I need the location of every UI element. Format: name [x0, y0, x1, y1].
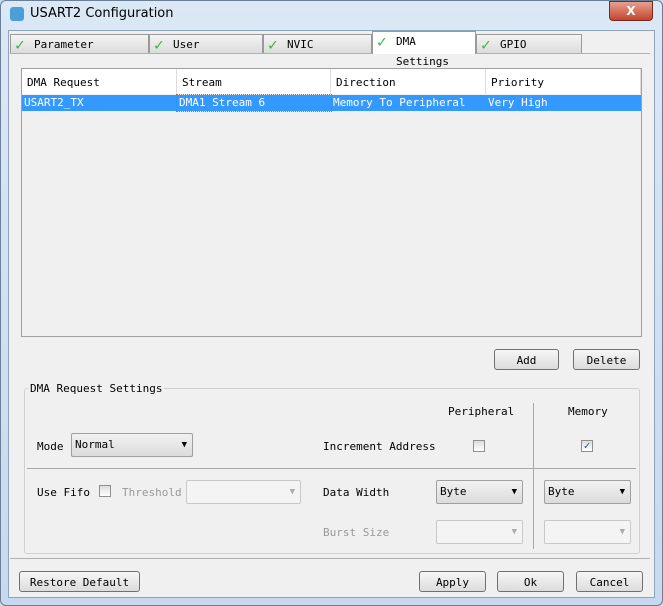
column-header-stream[interactable]: Stream [177, 69, 331, 94]
dropdown-arrow-icon: ▼ [511, 527, 517, 537]
table-row[interactable]: USART2_TX DMA1 Stream 6 Memory To Periph… [22, 94, 641, 112]
check-icon: ✓ [377, 32, 387, 51]
use-fifo-label: Use Fifo [37, 486, 90, 499]
column-header-priority[interactable]: Priority [486, 69, 641, 94]
cell-direction: Memory To Peripheral [333, 96, 466, 109]
dropdown-arrow-icon: ▼ [619, 487, 625, 497]
window-title: USART2 Configuration [30, 6, 174, 21]
dropdown-arrow-icon: ▼ [619, 527, 625, 537]
tab-dma-settings[interactable]: ✓ DMA Settings [372, 31, 476, 68]
mode-value: Normal [75, 438, 115, 451]
check-icon: ✓ [481, 35, 491, 54]
cell-priority: Very High [488, 96, 548, 109]
select-value: Byte [440, 485, 467, 498]
select-value: Byte [548, 485, 575, 498]
tab-user-constants[interactable]: ✓User Constants [149, 34, 263, 71]
divider [533, 403, 534, 549]
cell-stream: DMA1 Stream 6 [176, 94, 332, 112]
dma-request-table: DMA Request Stream Direction Priority US… [21, 68, 642, 337]
threshold-label: Threshold [122, 486, 182, 499]
peripheral-burst-size-select[interactable]: ▼ [436, 520, 523, 544]
check-icon: ✓ [15, 35, 25, 54]
mode-select[interactable]: Normal ▼ [71, 433, 193, 457]
cancel-button[interactable]: Cancel [576, 571, 643, 592]
dropdown-arrow-icon: ▼ [511, 487, 517, 497]
increment-address-label: Increment Address [323, 440, 436, 453]
delete-button[interactable]: Delete [573, 349, 640, 370]
memory-data-width-select[interactable]: Byte ▼ [544, 480, 631, 504]
column-header-direction[interactable]: Direction [331, 69, 486, 94]
peripheral-data-width-select[interactable]: Byte ▼ [436, 480, 523, 504]
threshold-select[interactable]: ▼ [186, 480, 301, 504]
apply-button[interactable]: Apply [419, 571, 486, 592]
memory-burst-size-select[interactable]: ▼ [544, 520, 631, 544]
peripheral-increment-checkbox[interactable] [473, 440, 485, 452]
restore-default-button[interactable]: Restore Default [19, 571, 140, 592]
burst-size-label: Burst Size [323, 526, 390, 539]
data-width-label: Data Width [323, 486, 390, 499]
tab-label: DMA Settings [396, 35, 449, 68]
memory-header: Memory [568, 405, 608, 418]
add-button[interactable]: Add [494, 349, 559, 370]
check-icon: ✓ [154, 35, 164, 54]
memory-increment-checkbox[interactable]: ✓ [581, 440, 593, 452]
group-legend: DMA Request Settings [28, 382, 165, 395]
tab-gpio-settings[interactable]: ✓GPIO Settings [476, 34, 582, 71]
mode-label: Mode [37, 440, 64, 453]
dropdown-arrow-icon: ▼ [181, 440, 187, 450]
check-icon: ✓ [268, 35, 278, 54]
column-header-dma-request[interactable]: DMA Request [22, 69, 177, 94]
close-button[interactable]: X [609, 1, 653, 21]
divider [27, 468, 636, 469]
use-fifo-checkbox[interactable] [99, 485, 111, 497]
peripheral-header: Peripheral [448, 405, 515, 418]
dropdown-arrow-icon: ▼ [289, 487, 295, 497]
cell-dma-request: USART2_TX [24, 96, 84, 109]
tab-nvic-settings[interactable]: ✓NVIC Settings [263, 34, 372, 71]
checkmark-icon: ✓ [583, 439, 591, 452]
tab-parameter-settings[interactable]: ✓Parameter Settings [10, 34, 149, 71]
ok-button[interactable]: Ok [497, 571, 564, 592]
app-cube-icon [10, 7, 24, 21]
